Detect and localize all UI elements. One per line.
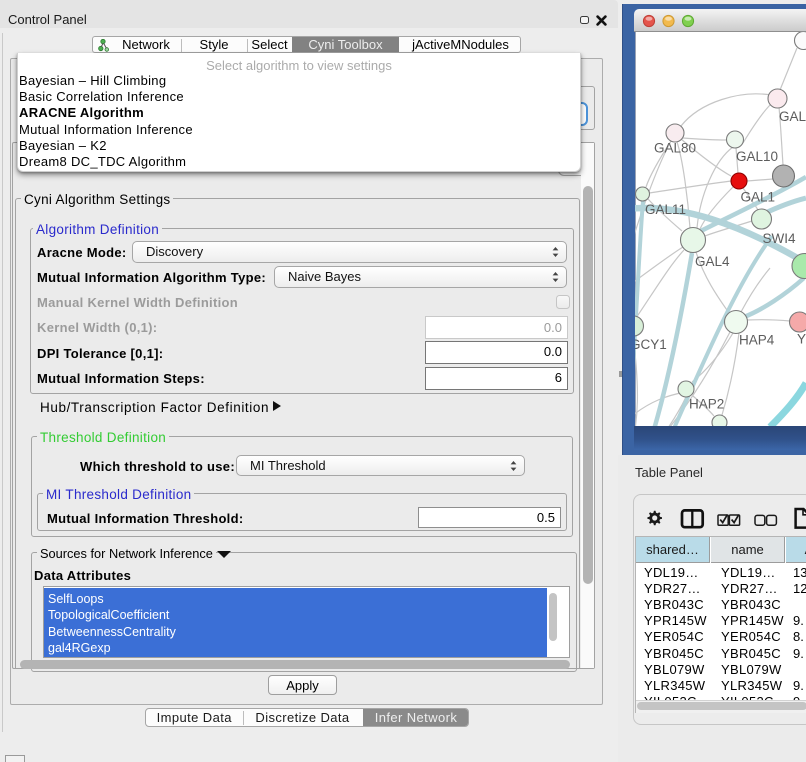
svg-text:GAL1: GAL1	[741, 190, 776, 205]
svg-text:GAL80: GAL80	[654, 141, 696, 156]
svg-text:SWI4: SWI4	[763, 231, 796, 246]
svg-text:GAL11: GAL11	[645, 202, 686, 217]
svg-text:YD: YD	[797, 332, 806, 347]
svg-text:GAL10: GAL10	[736, 149, 778, 164]
svg-text:GCY1: GCY1	[635, 337, 667, 352]
svg-text:HAP2: HAP2	[689, 397, 724, 412]
svg-text:HAP4: HAP4	[739, 333, 775, 348]
svg-text:GAL2: GAL2	[779, 109, 806, 124]
svg-text:GAL4: GAL4	[695, 254, 730, 269]
